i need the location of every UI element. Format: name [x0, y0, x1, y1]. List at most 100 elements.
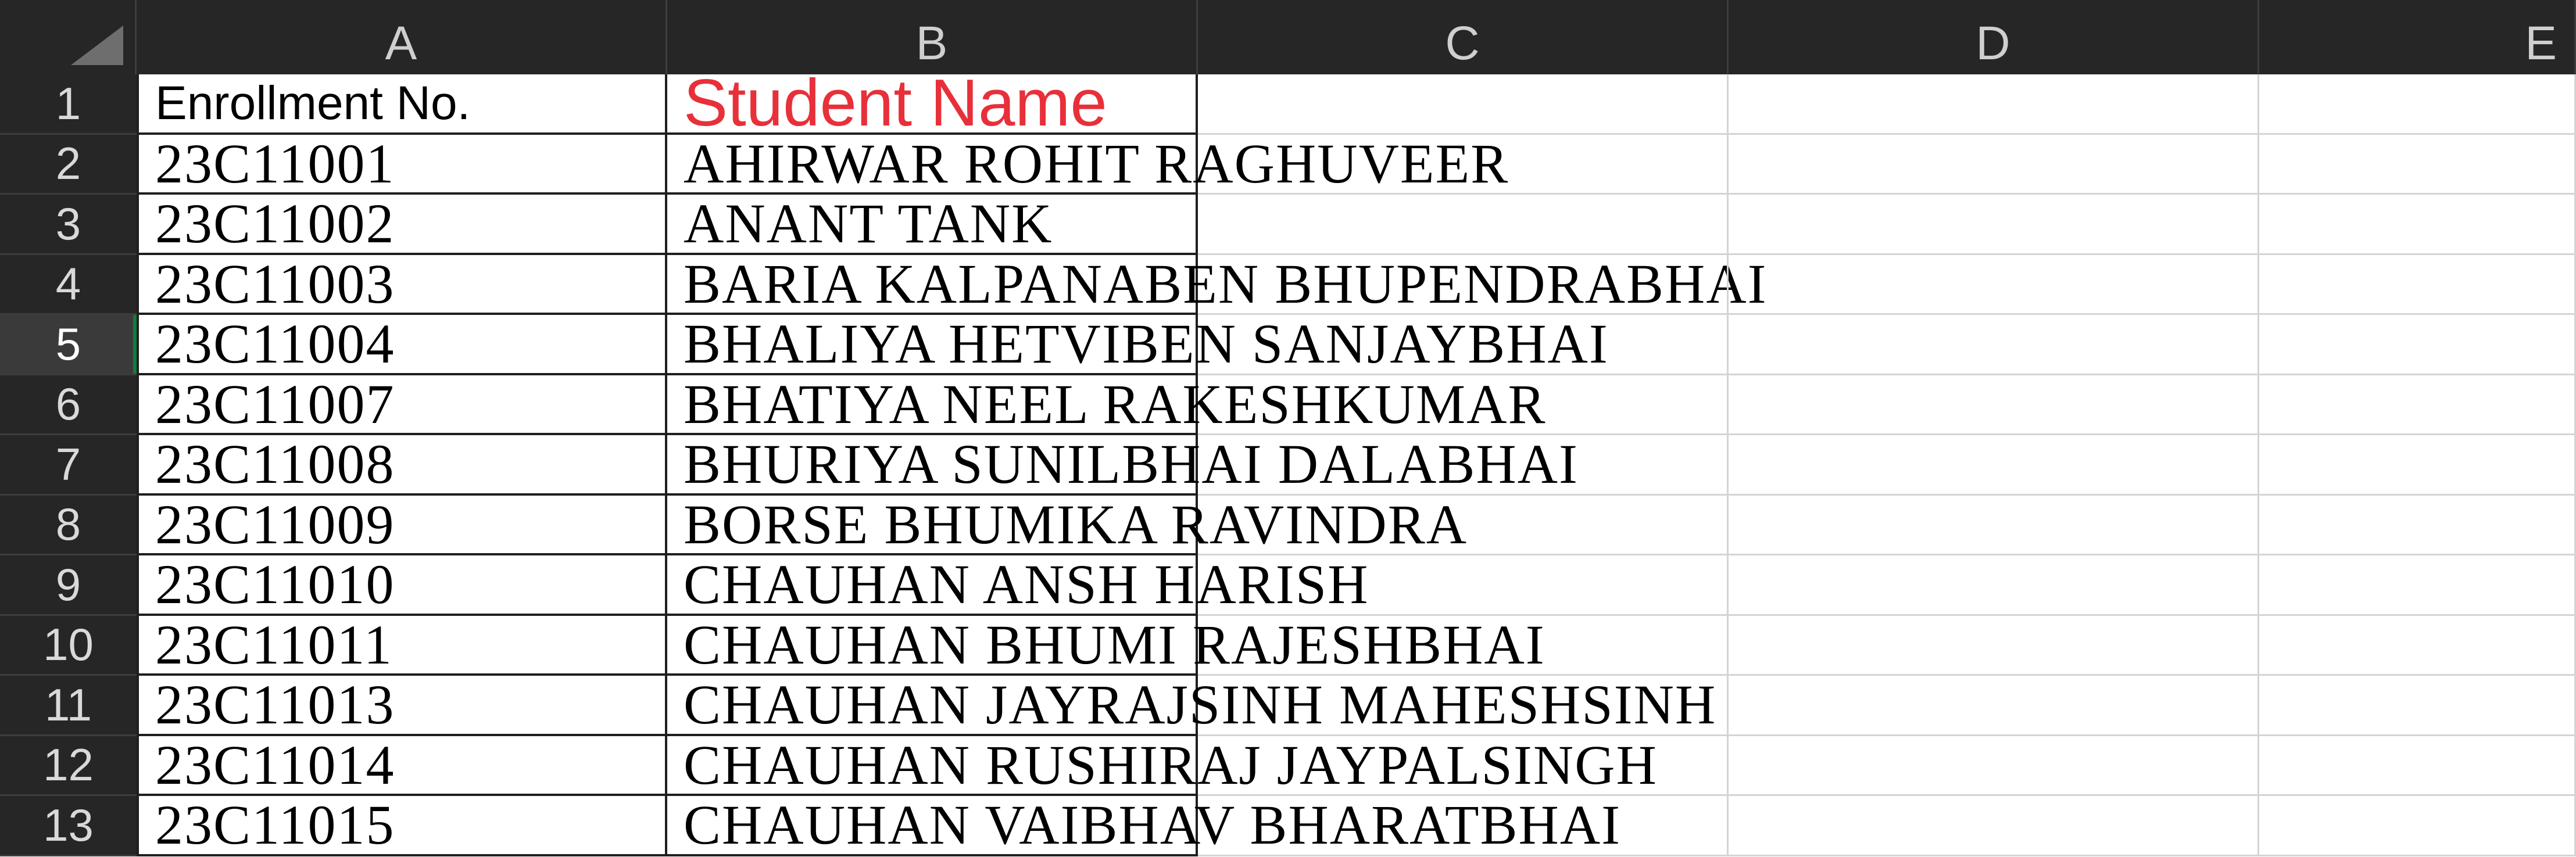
cell-b6[interactable]: BHATIYA NEEL RAKESHKUMAR: [667, 373, 1545, 435]
row-header-10[interactable]: 10: [0, 615, 137, 676]
cell-d4[interactable]: [1729, 254, 2259, 315]
cell-e9[interactable]: [2259, 555, 2576, 616]
row-header-13[interactable]: 13: [0, 796, 137, 856]
cell-c11[interactable]: [1198, 676, 1729, 736]
cell-b7[interactable]: BHURIYA SUNILBHAI DALABHAI: [667, 433, 1577, 496]
column-header-b[interactable]: B: [667, 0, 1198, 74]
cell-e10[interactable]: [2259, 615, 2576, 676]
cell-d13[interactable]: [1729, 796, 2259, 856]
cell-e13[interactable]: [2259, 796, 2576, 856]
row-header-3[interactable]: 3: [0, 195, 137, 255]
cell-a1[interactable]: Enrollment No.: [137, 74, 667, 135]
select-all-button[interactable]: [0, 0, 137, 74]
row-header-7[interactable]: 7: [0, 435, 137, 496]
row-header-11[interactable]: 11: [0, 676, 137, 736]
row-header-12[interactable]: 12: [0, 736, 137, 796]
cell-e12[interactable]: [2259, 736, 2576, 796]
cell-a12[interactable]: 23C11014: [137, 733, 667, 796]
enrollment-value: 23C11001: [155, 132, 395, 195]
enrollment-value: 23C11007: [155, 372, 395, 435]
cell-c5[interactable]: [1198, 315, 1729, 375]
spreadsheet-grid: A B C D E 1 Enrollment No. Student Name 2 23…: [0, 0, 2576, 856]
student-name-header-label: Student Name: [684, 66, 1107, 141]
cell-c9[interactable]: [1198, 555, 1729, 616]
enrollment-value: 23C11010: [155, 553, 395, 616]
enrollment-value: 23C11004: [155, 313, 395, 375]
cell-d3[interactable]: [1729, 195, 2259, 255]
cell-d8[interactable]: [1729, 495, 2259, 555]
enrollment-value: 23C11014: [155, 733, 395, 796]
row-header-2[interactable]: 2: [0, 134, 137, 195]
enrollment-value: 23C11009: [155, 493, 395, 555]
cell-d2[interactable]: [1729, 134, 2259, 195]
cell-a9[interactable]: 23C11010: [137, 553, 667, 616]
row-header-9[interactable]: 9: [0, 555, 137, 616]
cell-e2[interactable]: [2259, 134, 2576, 195]
cell-d6[interactable]: [1729, 375, 2259, 435]
cell-b9[interactable]: CHAUHAN ANSH HARISH: [667, 553, 1368, 616]
cell-c1[interactable]: [1198, 74, 1729, 135]
column-header-a[interactable]: A: [137, 0, 667, 74]
cell-a2[interactable]: 23C11001: [137, 132, 667, 195]
enrollment-value: 23C11002: [155, 192, 395, 255]
cell-c4[interactable]: [1198, 254, 1729, 315]
cell-b4[interactable]: BARIA KALPANABEN BHUPENDRABHAI: [667, 253, 1766, 315]
cell-d1[interactable]: [1729, 74, 2259, 135]
cell-c7[interactable]: [1198, 435, 1729, 496]
cell-b13[interactable]: CHAUHAN VAIBHAV BHARATBHAI: [667, 794, 1620, 856]
row-header-6[interactable]: 6: [0, 375, 137, 435]
cell-e1[interactable]: [2259, 74, 2576, 135]
cell-a11[interactable]: 23C11013: [137, 673, 667, 736]
column-header-c[interactable]: C: [1198, 0, 1729, 74]
cell-a4[interactable]: 23C11003: [137, 253, 667, 315]
cell-d9[interactable]: [1729, 555, 2259, 616]
cell-b3[interactable]: ANANT TANK: [667, 192, 1198, 255]
cell-b1[interactable]: Student Name: [667, 66, 1198, 140]
cell-d12[interactable]: [1729, 736, 2259, 796]
row-header-8[interactable]: 8: [0, 495, 137, 555]
column-header-d[interactable]: D: [1729, 0, 2259, 74]
cell-b12[interactable]: CHAUHAN RUSHIRAJ JAYPALSINGH: [667, 734, 1656, 796]
cell-e11[interactable]: [2259, 676, 2576, 736]
cell-c2[interactable]: [1198, 134, 1729, 195]
cell-a7[interactable]: 23C11008: [137, 433, 667, 496]
row-header-5[interactable]: 5: [0, 315, 137, 375]
cell-a6[interactable]: 23C11007: [137, 372, 667, 435]
cell-d5[interactable]: [1729, 315, 2259, 375]
cell-a3[interactable]: 23C11002: [137, 192, 667, 255]
cell-c8[interactable]: [1198, 495, 1729, 555]
select-all-triangle-icon: [71, 26, 123, 65]
cell-e4[interactable]: [2259, 254, 2576, 315]
cell-a8[interactable]: 23C11009: [137, 493, 667, 555]
enrollment-value: 23C11011: [155, 613, 393, 676]
cell-d7[interactable]: [1729, 435, 2259, 496]
cell-c13[interactable]: [1198, 796, 1729, 856]
cell-b11[interactable]: CHAUHAN JAYRAJSINH MAHESHSINH: [667, 673, 1715, 736]
cell-a5[interactable]: 23C11004: [137, 313, 667, 375]
column-header-e[interactable]: E: [2259, 0, 2576, 74]
enrollment-value: 23C11008: [155, 433, 395, 496]
cell-c10[interactable]: [1198, 615, 1729, 676]
cell-b5[interactable]: BHALIYA HETVIBEN SANJAYBHAI: [667, 313, 1608, 375]
cell-a10[interactable]: 23C11011: [137, 614, 667, 676]
cell-d10[interactable]: [1729, 615, 2259, 676]
cell-b2[interactable]: AHIRWAR ROHIT RAGHUVEER: [667, 132, 1508, 195]
enrollment-value: 23C11015: [155, 794, 395, 856]
enrollment-header-label: Enrollment No.: [155, 76, 471, 130]
cell-c3[interactable]: [1198, 195, 1729, 255]
cell-e7[interactable]: [2259, 435, 2576, 496]
enrollment-value: 23C11013: [155, 673, 395, 736]
cell-b8[interactable]: BORSE BHUMIKA RAVINDRA: [667, 493, 1466, 555]
cell-e6[interactable]: [2259, 375, 2576, 435]
cell-d11[interactable]: [1729, 676, 2259, 736]
student-name-value: ANANT TANK: [684, 192, 1053, 255]
row-header-1[interactable]: 1: [0, 74, 137, 135]
cell-e3[interactable]: [2259, 195, 2576, 255]
cell-a13[interactable]: 23C11015: [137, 794, 667, 856]
cell-e5[interactable]: [2259, 315, 2576, 375]
cell-c12[interactable]: [1198, 736, 1729, 796]
cell-c6[interactable]: [1198, 375, 1729, 435]
cell-e8[interactable]: [2259, 495, 2576, 555]
row-header-4[interactable]: 4: [0, 254, 137, 315]
cell-b10[interactable]: CHAUHAN BHUMI RAJESHBHAI: [667, 614, 1544, 676]
